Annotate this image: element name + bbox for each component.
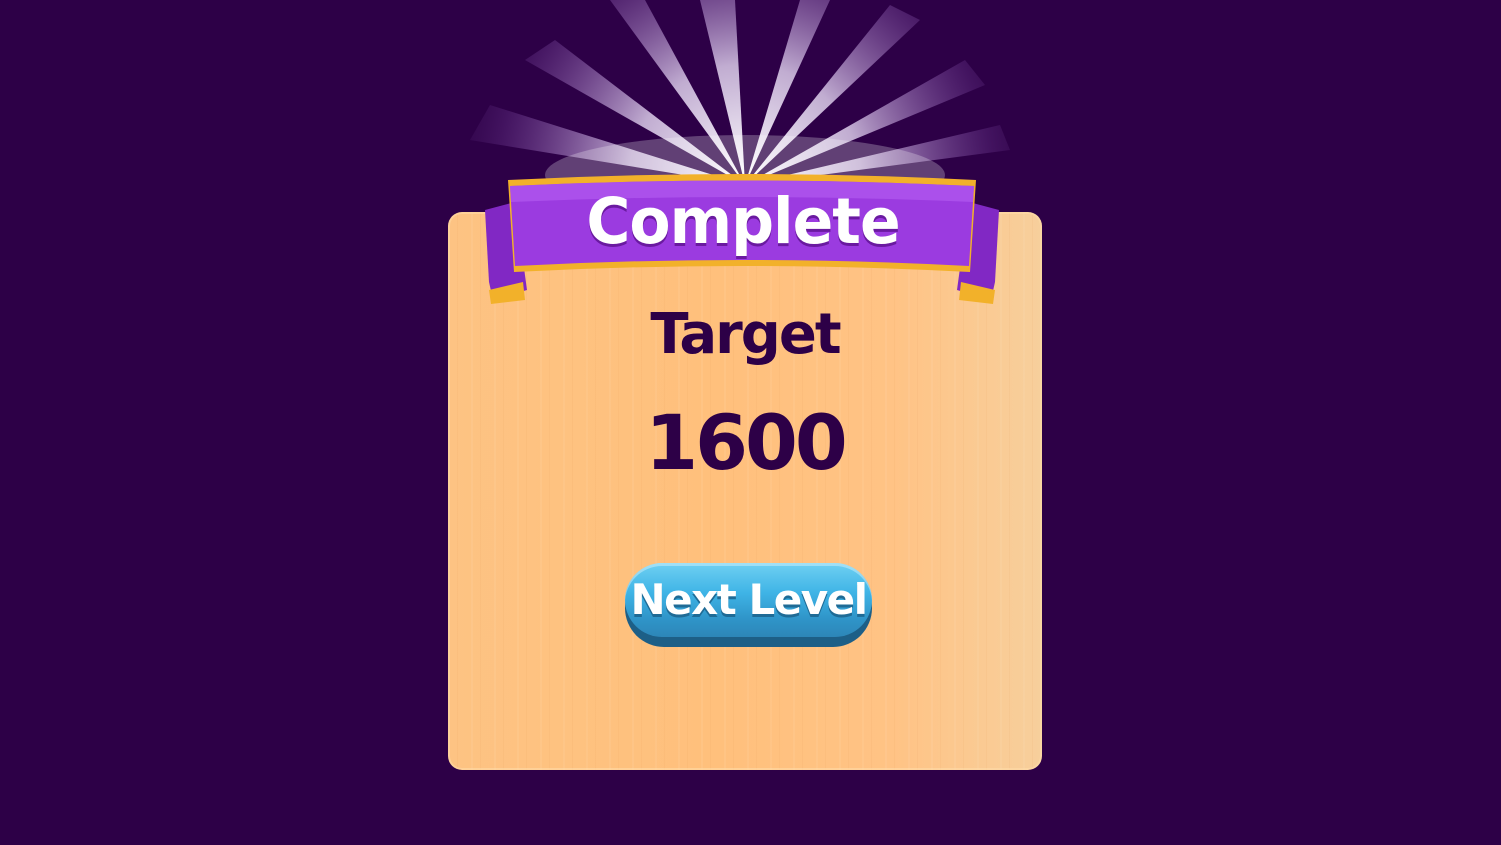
dialog-title: Complete bbox=[586, 185, 900, 259]
target-label: Target bbox=[650, 302, 841, 367]
next-level-label: Next Level bbox=[630, 575, 868, 624]
level-complete-screen: Complete Target 1600 Next Level bbox=[0, 0, 1501, 845]
target-score-value: 1600 bbox=[645, 398, 848, 487]
next-level-button[interactable]: Next Level bbox=[625, 563, 872, 647]
